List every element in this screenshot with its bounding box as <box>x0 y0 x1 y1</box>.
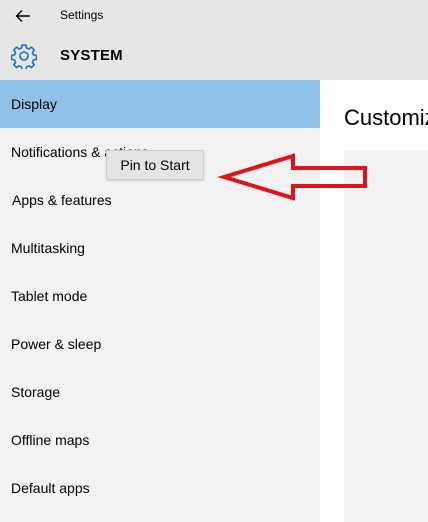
sidebar-item-apps-features[interactable]: Apps & features <box>0 176 320 224</box>
sidebar-item-default-apps[interactable]: Default apps <box>0 464 320 512</box>
section-header: SYSTEM <box>0 32 428 80</box>
sidebar-item-label: Display <box>11 96 57 112</box>
gear-icon <box>11 44 37 69</box>
sidebar-item-tablet-mode[interactable]: Tablet mode <box>0 272 320 320</box>
back-button[interactable] <box>10 5 36 27</box>
title-bar: Settings <box>0 0 428 32</box>
sidebar-item-label: Tablet mode <box>11 288 88 304</box>
sidebar-item-label: Storage <box>11 384 61 400</box>
back-arrow-icon <box>15 10 30 22</box>
sidebar-item-multitasking[interactable]: Multitasking <box>0 224 320 272</box>
section-title: SYSTEM <box>60 47 123 64</box>
pin-to-start-menu-item[interactable]: Pin to Start <box>107 151 203 179</box>
sidebar-item-label: Apps & features <box>12 192 112 208</box>
content-pane: Customize your display <box>320 80 428 522</box>
window-title: Settings <box>60 8 104 22</box>
display-preview[interactable] <box>344 150 428 522</box>
sidebar-item-label: Offline maps <box>11 432 90 448</box>
sidebar-item-display[interactable]: Display <box>0 80 320 128</box>
sidebar-item-label: Power & sleep <box>11 336 102 352</box>
sidebar: Display Notifications & actions Apps & f… <box>0 80 320 522</box>
sidebar-item-label: Default apps <box>11 480 90 496</box>
page-title: Customize your display <box>344 105 428 130</box>
context-menu: Pin to Start <box>106 150 204 180</box>
sidebar-item-label: Multitasking <box>11 240 85 256</box>
sidebar-item-power-sleep[interactable]: Power & sleep <box>0 320 320 368</box>
sidebar-item-storage[interactable]: Storage <box>0 368 320 416</box>
sidebar-item-offline-maps[interactable]: Offline maps <box>0 416 320 464</box>
